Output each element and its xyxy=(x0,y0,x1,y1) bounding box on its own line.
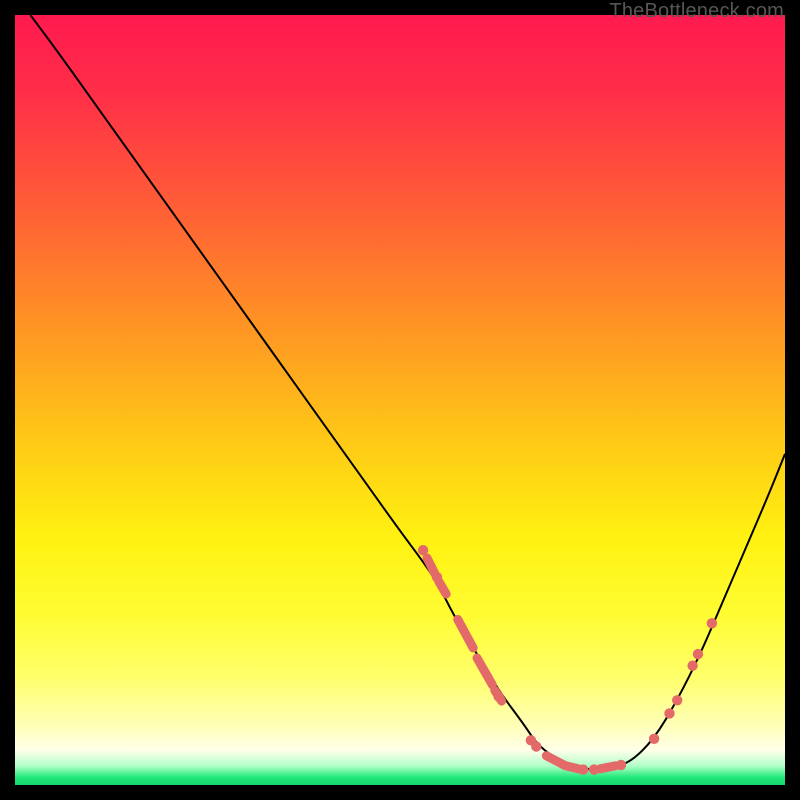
marker-dot xyxy=(693,649,703,659)
marker-dot xyxy=(616,760,626,770)
plot-background xyxy=(15,15,785,785)
chart-container: TheBottleneck.com xyxy=(0,0,800,800)
marker-dot xyxy=(432,572,442,582)
marker-dot xyxy=(531,741,541,751)
marker-dot xyxy=(687,660,697,670)
marker-dot xyxy=(649,734,659,744)
marker-dot xyxy=(707,618,717,628)
chart-canvas xyxy=(15,15,785,785)
marker-dot xyxy=(589,764,599,774)
marker-hatch xyxy=(600,766,615,769)
marker-hatch xyxy=(566,766,579,769)
marker-dot xyxy=(664,708,674,718)
watermark-label: TheBottleneck.com xyxy=(609,0,784,23)
marker-dot xyxy=(418,545,428,555)
marker-dot xyxy=(493,691,503,701)
marker-dot xyxy=(578,764,588,774)
marker-dot xyxy=(672,695,682,705)
